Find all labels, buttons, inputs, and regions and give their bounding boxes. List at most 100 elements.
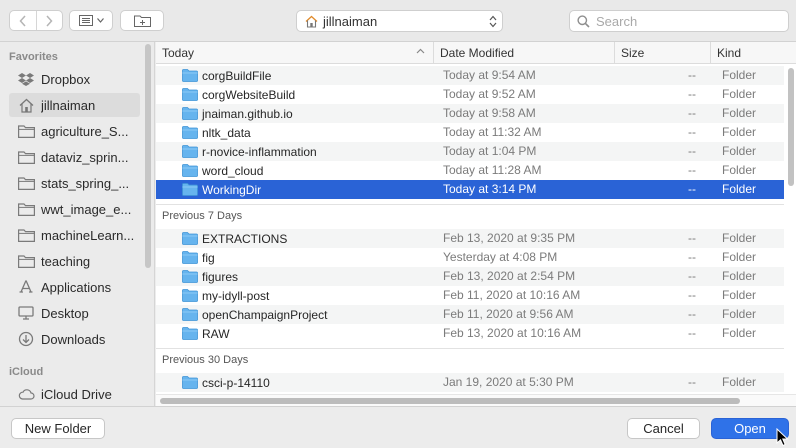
sidebar-item-label: Dropbox [41,71,91,87]
sidebar-item-applications[interactable]: Applications [9,275,139,299]
home-icon [305,15,318,28]
kind-cell: Folder [722,182,757,196]
date-modified-cell: Today at 9:54 AM [443,68,536,82]
date-modified-cell: Feb 13, 2020 at 2:54 PM [443,269,576,283]
back-button[interactable] [10,11,36,30]
file-row[interactable]: EXTRACTIONS Feb 13, 2020 at 9:35 PM -- Fold… [156,229,784,248]
size-cell: -- [688,375,696,389]
file-name: csci-p-14110 [202,375,270,390]
date-modified-cell: Today at 9:52 AM [443,87,536,101]
file-row[interactable]: csci-p-14110 Jan 19, 2020 at 5:30 PM -- Fol… [156,373,784,392]
file-name-cell: WorkingDir [182,180,261,199]
file-row[interactable]: nltk_data Today at 11:32 AM -- Folder [156,123,784,142]
kind-cell: Folder [722,125,757,139]
file-row[interactable]: word_cloud Today at 11:28 AM -- Folder [156,161,784,180]
sidebar-item-agriculture[interactable]: agriculture_S... [9,119,139,143]
folder-icon [182,327,198,340]
sidebar-item-teaching[interactable]: teaching [9,249,139,273]
sidebar-item-machinelearn[interactable]: machineLearn... [9,223,139,247]
date-modified-cell: Today at 1:04 PM [443,144,537,158]
folder-icon [182,232,198,245]
sidebar-item-downloads[interactable]: Downloads [9,327,139,351]
size-cell: -- [688,307,696,321]
search-box[interactable] [569,10,789,32]
search-icon [577,14,590,28]
kind-cell: Folder [722,231,757,245]
chevron-left-icon [19,14,26,27]
file-row[interactable]: openChampaignProject Feb 11, 2020 at 9:56… [156,305,784,324]
size-cell: -- [688,68,696,82]
date-modified-cell: Jan 19, 2020 at 5:30 PM [443,375,574,389]
view-options-button[interactable] [69,10,113,31]
file-row[interactable]: my-idyll-post Feb 11, 2020 at 10:16 AM -- F… [156,286,784,305]
forward-button[interactable] [35,11,63,30]
file-row[interactable]: corgBuildFile Today at 9:54 AM -- Folder [156,66,784,85]
date-modified-cell: Today at 3:14 PM [443,182,537,196]
size-cell: -- [688,106,696,120]
file-row[interactable]: figures Feb 13, 2020 at 2:54 PM -- Folder [156,267,784,286]
search-input[interactable] [596,13,776,29]
new-folder-toolbar-button[interactable] [120,10,164,31]
folder-icon [182,183,198,196]
folder-icon [17,175,35,191]
folder-icon [182,145,198,158]
column-size[interactable]: Size [614,42,710,64]
sort-ascending-icon [416,48,425,54]
sidebar-item-dataviz[interactable]: dataviz_sprin... [9,145,139,169]
sidebar-scrollbar[interactable] [145,44,151,268]
size-cell: -- [688,326,696,340]
cancel-button[interactable]: Cancel [627,418,700,439]
sidebar-item-desktop[interactable]: Desktop [9,301,139,325]
icloud-heading: iCloud [9,366,44,378]
file-name-cell: nltk_data [182,123,251,142]
file-row[interactable]: fig Yesterday at 4:08 PM -- Folder [156,248,784,267]
column-kind[interactable]: Kind [710,42,796,64]
file-name: word_cloud [202,163,264,178]
file-name: my-idyll-post [202,288,270,303]
sidebar-item-jillnaiman[interactable]: jillnaiman [9,93,140,117]
column-name[interactable]: Today [156,42,433,64]
group-heading: Previous 30 Days [162,354,249,366]
location-popup[interactable]: jillnaiman [296,10,503,32]
size-cell: -- [688,250,696,264]
new-folder-button[interactable]: New Folder [11,418,105,439]
file-row[interactable]: WorkingDir Today at 3:14 PM -- Folder [156,180,784,199]
sidebar-item-stats[interactable]: stats_spring_... [9,171,139,195]
kind-cell: Folder [722,326,757,340]
toolbar: jillnaiman [0,0,796,42]
file-name-cell: RAW [182,324,230,343]
file-name: EXTRACTIONS [202,231,288,246]
horizontal-scrollbar-track [156,394,796,406]
file-name: fig [202,250,215,265]
sidebar-item-wwt[interactable]: wwt_image_e... [9,197,139,221]
horizontal-scrollbar[interactable] [160,398,740,404]
group-divider [156,204,784,205]
sidebar-item-label: Desktop [41,305,89,321]
column-date-modified[interactable]: Date Modified [433,42,614,64]
column-header: Today Date Modified Size Kind [156,42,796,64]
file-row[interactable]: r-novice-inflammation Today at 1:04 PM -- F… [156,142,784,161]
sidebar-item-icloud-drive[interactable]: iCloud Drive [9,382,139,406]
file-name-cell: csci-p-14110 [182,373,270,392]
folder-icon [17,253,35,269]
file-name: corgWebsiteBuild [202,87,296,102]
kind-cell: Folder [722,144,757,158]
file-name-cell: r-novice-inflammation [182,142,317,161]
date-modified-cell: Today at 11:32 AM [443,125,542,139]
sidebar-item-dropbox[interactable]: Dropbox [9,67,139,91]
file-name: RAW [202,326,230,341]
file-row[interactable]: corgWebsiteBuild Today at 9:52 AM -- Folder [156,85,784,104]
footer: New Folder Cancel Open [0,406,796,448]
kind-cell: Folder [722,87,757,101]
file-name-cell: EXTRACTIONS [182,229,287,248]
favorites-heading: Favorites [9,51,58,63]
sidebar-item-label: iCloud Drive [41,386,112,402]
sidebar-item-label: agriculture_S... [41,123,129,139]
file-row[interactable]: RAW Feb 13, 2020 at 10:16 AM -- Folder [156,324,784,343]
vertical-scrollbar[interactable] [788,68,794,186]
size-cell: -- [688,125,696,139]
folder-icon [182,164,198,177]
file-row[interactable]: jnaiman.github.io Today at 9:58 AM -- Folde… [156,104,784,123]
new-folder-icon [133,15,151,27]
file-name: r-novice-inflammation [202,144,317,159]
